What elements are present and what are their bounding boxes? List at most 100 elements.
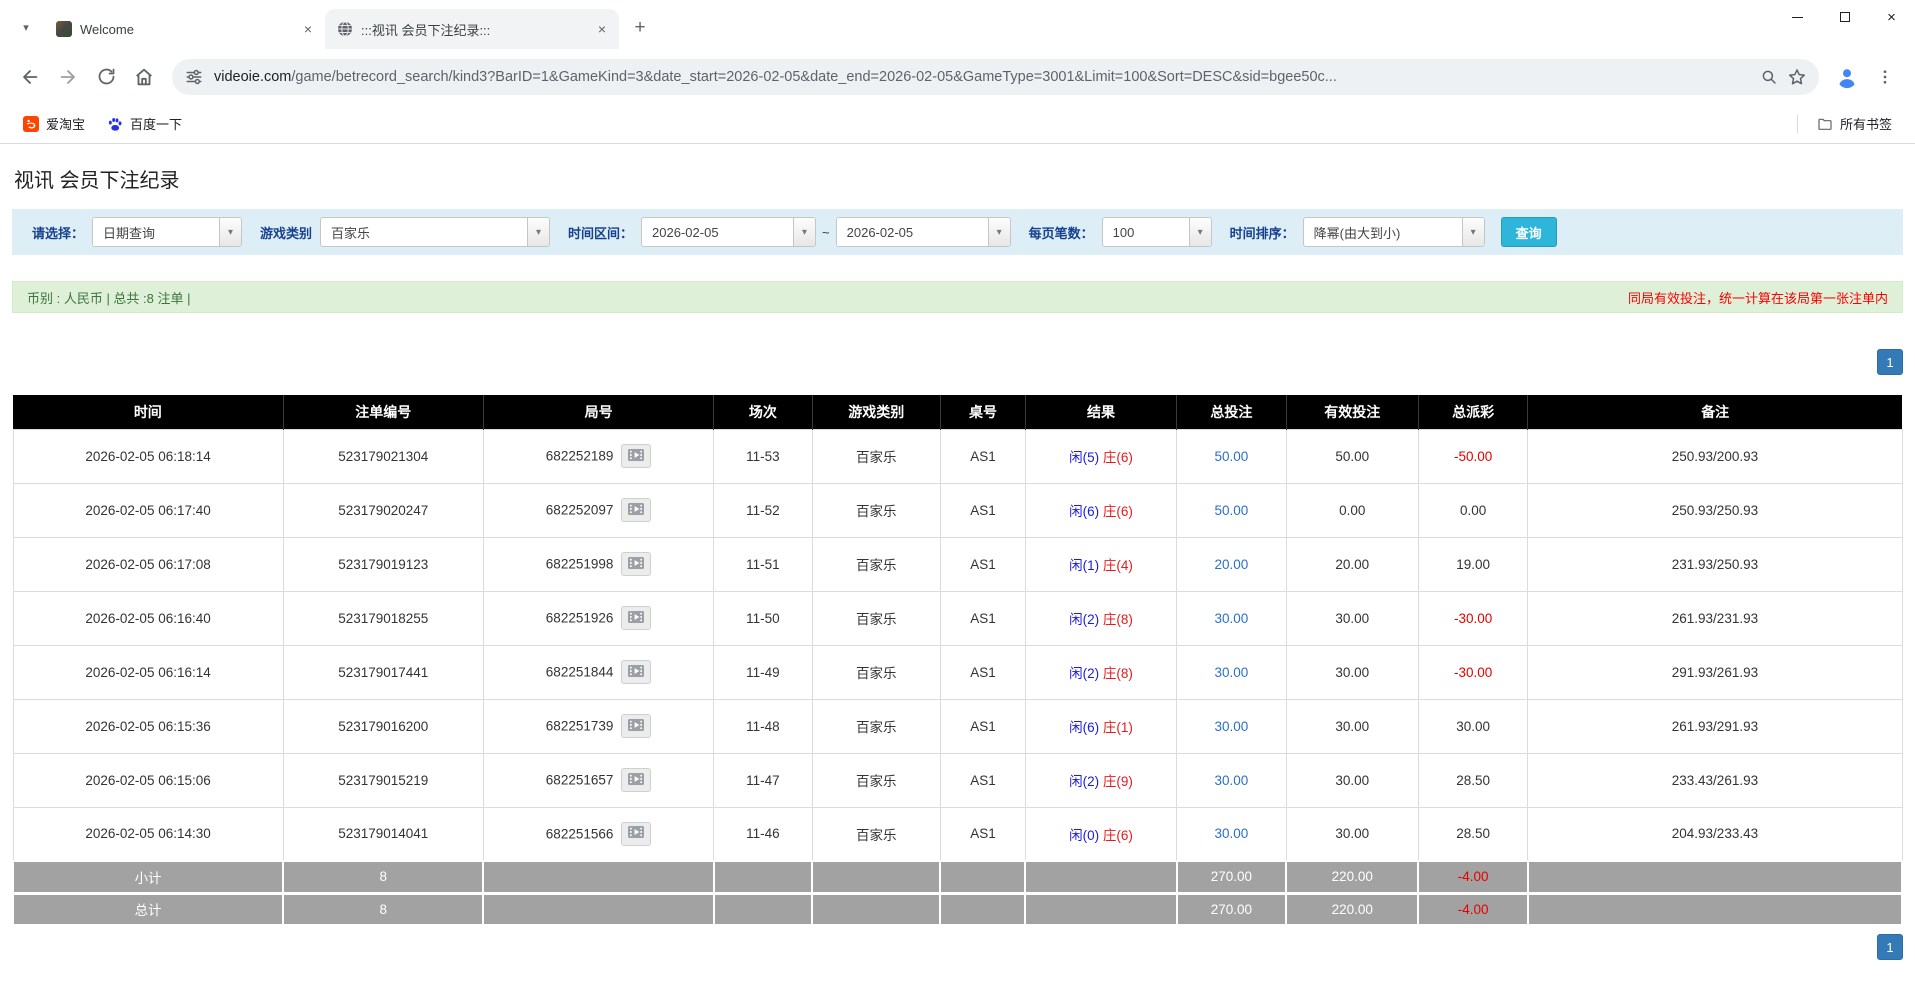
game-type-select[interactable]: 百家乐 ▾: [320, 217, 550, 247]
video-replay-button[interactable]: [621, 768, 651, 792]
select-value: 百家乐: [321, 223, 527, 242]
navigation-toolbar: videoie.com/game/betrecord_search/kind3?…: [0, 49, 1915, 104]
cell-time: 2026-02-05 06:15:06: [13, 753, 283, 807]
sort-order-select[interactable]: 降幂(由大到小) ▾: [1303, 217, 1485, 247]
pagination-top: 1: [12, 349, 1903, 375]
per-page-select[interactable]: 100 ▾: [1102, 217, 1212, 247]
summary-count: 8: [283, 893, 483, 925]
zoom-icon[interactable]: [1755, 63, 1783, 91]
round-id: 682251739: [546, 719, 614, 734]
date-end-select[interactable]: 2026-02-05 ▾: [836, 217, 1011, 247]
video-replay-button[interactable]: [621, 498, 651, 522]
table-row: 2026-02-05 06:18:14523179021304682252189…: [13, 429, 1902, 483]
close-tab-icon[interactable]: ×: [593, 20, 611, 38]
chevron-down-icon[interactable]: ▾: [1189, 218, 1211, 246]
video-replay-button[interactable]: [621, 660, 651, 684]
cell-time: 2026-02-05 06:14:30: [13, 807, 283, 861]
column-header: 总投注: [1177, 395, 1287, 429]
cell-table-no: AS1: [940, 483, 1025, 537]
cell-bet-id: 523179014041: [283, 807, 483, 861]
tab-title: Welcome: [80, 22, 291, 37]
tab-betrecord[interactable]: :::视讯 会员下注纪录::: ×: [325, 9, 619, 49]
video-replay-button[interactable]: [621, 822, 651, 846]
summary-empty-cell: [940, 861, 1025, 893]
column-header: 时间: [13, 395, 283, 429]
bookmark-baidu[interactable]: 百度一下: [98, 110, 191, 137]
cell-time: 2026-02-05 06:16:40: [13, 591, 283, 645]
baidu-paw-icon: [107, 116, 123, 132]
subtotal-row: 小计8270.00220.00-4.00: [13, 861, 1902, 893]
home-button[interactable]: [126, 59, 162, 95]
cell-payout: -30.00: [1418, 645, 1528, 699]
url-text: videoie.com/game/betrecord_search/kind3?…: [214, 69, 1749, 85]
film-icon: [628, 449, 644, 464]
column-header: 场次: [714, 395, 812, 429]
video-replay-button[interactable]: [621, 606, 651, 630]
chevron-down-icon[interactable]: ▾: [1462, 218, 1484, 246]
date-mode-select[interactable]: 日期查询 ▾: [92, 217, 242, 247]
cell-bet-id: 523179019123: [283, 537, 483, 591]
cell-total-bet[interactable]: 30.00: [1177, 645, 1287, 699]
result-player: 闲(1): [1069, 558, 1099, 573]
new-tab-button[interactable]: +: [625, 13, 655, 43]
all-bookmarks-button[interactable]: 所有书签: [1808, 110, 1901, 137]
video-replay-button[interactable]: [621, 714, 651, 738]
chevron-down-icon[interactable]: ▾: [527, 218, 549, 246]
tab-welcome[interactable]: Welcome ×: [44, 9, 325, 49]
close-tab-icon[interactable]: ×: [299, 20, 317, 38]
address-bar[interactable]: videoie.com/game/betrecord_search/kind3?…: [172, 59, 1819, 95]
profile-avatar[interactable]: [1829, 59, 1865, 95]
page-1-button[interactable]: 1: [1877, 934, 1903, 960]
cell-session: 11-47: [714, 753, 812, 807]
bookmark-star-icon[interactable]: [1783, 63, 1811, 91]
cell-round-id: 682251739: [483, 699, 713, 753]
cell-total-bet[interactable]: 30.00: [1177, 807, 1287, 861]
tab-search-button[interactable]: ▾: [12, 13, 40, 41]
cell-total-bet[interactable]: 50.00: [1177, 483, 1287, 537]
film-icon: [628, 665, 644, 680]
video-replay-button[interactable]: [621, 552, 651, 576]
cell-note: 261.93/231.93: [1528, 591, 1902, 645]
bookmark-label: 百度一下: [130, 114, 182, 133]
chevron-down-icon: ▾: [23, 21, 29, 34]
chevron-down-icon[interactable]: ▾: [793, 218, 815, 246]
cell-valid-bet: 20.00: [1286, 537, 1418, 591]
chevron-down-icon[interactable]: ▾: [988, 218, 1010, 246]
bookmark-taobao[interactable]: 爱淘宝: [14, 110, 94, 137]
url-domain: videoie.com: [214, 69, 291, 85]
table-body: 2026-02-05 06:18:14523179021304682252189…: [13, 429, 1902, 925]
cell-session: 11-53: [714, 429, 812, 483]
video-replay-button[interactable]: [621, 444, 651, 468]
maximize-button[interactable]: [1821, 0, 1868, 34]
close-window-button[interactable]: ×: [1868, 0, 1915, 34]
summary-payout: -4.00: [1418, 861, 1528, 893]
table-row: 2026-02-05 06:17:40523179020247682252097…: [13, 483, 1902, 537]
search-button[interactable]: 查询: [1501, 217, 1557, 247]
table-row: 2026-02-05 06:16:14523179017441682251844…: [13, 645, 1902, 699]
cell-payout: -50.00: [1418, 429, 1528, 483]
column-header: 有效投注: [1286, 395, 1418, 429]
chevron-down-icon[interactable]: ▾: [219, 218, 241, 246]
column-header: 局号: [483, 395, 713, 429]
browser-menu-button[interactable]: [1867, 59, 1903, 95]
date-start-select[interactable]: 2026-02-05 ▾: [641, 217, 816, 247]
cell-result: 闲(6) 庄(1): [1025, 699, 1176, 753]
result-banker: 庄(1): [1103, 720, 1133, 735]
table-row: 2026-02-05 06:15:06523179015219682251657…: [13, 753, 1902, 807]
cell-total-bet[interactable]: 30.00: [1177, 753, 1287, 807]
cell-valid-bet: 30.00: [1286, 807, 1418, 861]
cell-note: 204.93/233.43: [1528, 807, 1902, 861]
select-value: 日期查询: [93, 223, 219, 242]
cell-total-bet[interactable]: 30.00: [1177, 591, 1287, 645]
minimize-button[interactable]: [1774, 0, 1821, 34]
back-button[interactable]: [12, 59, 48, 95]
cell-total-bet[interactable]: 50.00: [1177, 429, 1287, 483]
forward-button[interactable]: [50, 59, 86, 95]
site-settings-tune-icon[interactable]: [180, 63, 208, 91]
refresh-button[interactable]: [88, 59, 124, 95]
page-1-button[interactable]: 1: [1877, 349, 1903, 375]
cell-total-bet[interactable]: 20.00: [1177, 537, 1287, 591]
cell-total-bet[interactable]: 30.00: [1177, 699, 1287, 753]
tab-favicon: [56, 21, 72, 37]
cell-session: 11-46: [714, 807, 812, 861]
